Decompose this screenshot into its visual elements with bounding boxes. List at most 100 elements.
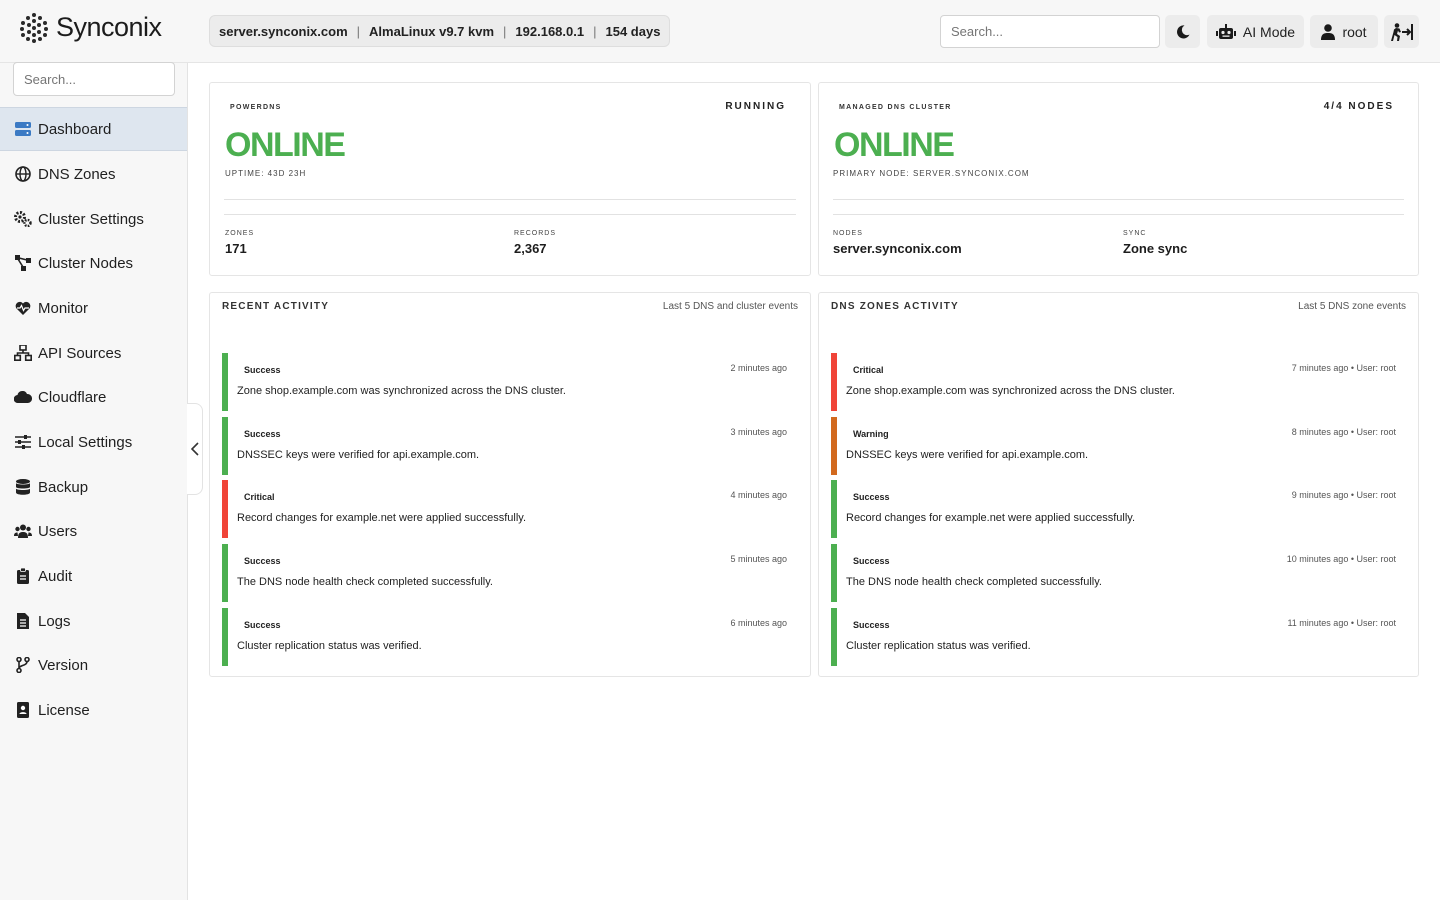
card-label: Managed DNS Cluster — [839, 104, 952, 111]
zones-count: 171 — [225, 241, 247, 256]
uptime-text: UPTIME: 43D 23H — [225, 169, 307, 178]
stat-label: ZONES — [225, 230, 255, 237]
robot-icon — [1215, 23, 1236, 39]
theme-toggle-button[interactable] — [1165, 15, 1200, 48]
user-menu-button[interactable]: root — [1310, 15, 1378, 48]
event-time: 7 minutes ago • User: root — [1291, 363, 1396, 373]
chevron-left-icon — [190, 442, 199, 456]
global-search-input[interactable] — [940, 15, 1160, 48]
severity-bar — [222, 416, 228, 475]
network-icon — [14, 344, 32, 362]
sidebar-item-api-sources[interactable]: API Sources — [0, 331, 187, 375]
divider — [224, 199, 796, 200]
event-level: Critical — [244, 492, 275, 503]
sidebar-item-label: Logs — [38, 612, 71, 630]
panel-title: RECENT ACTIVITY — [222, 301, 330, 312]
sidebar-item-version[interactable]: Version — [0, 643, 187, 687]
sidebar-item-cluster-settings[interactable]: Cluster Settings — [0, 197, 187, 241]
sidebar-item-label: Users — [38, 522, 78, 540]
status-online: ONLINE — [225, 126, 346, 164]
sidebar-item-users[interactable]: Users — [0, 509, 187, 553]
cloud-icon — [14, 388, 32, 406]
sidebar-item-label: Backup — [38, 478, 89, 496]
sidebar-search-input[interactable] — [13, 62, 175, 96]
event-message: The DNS node health check completed succ… — [846, 576, 1102, 589]
event-message: Record changes for example.net were appl… — [846, 512, 1136, 525]
powerdns-status-card: PowerDNS RUNNING ONLINE UPTIME: 43D 23H … — [209, 82, 811, 276]
event-time: 8 minutes ago • User: root — [1291, 426, 1396, 437]
card-label: PowerDNS — [230, 104, 282, 111]
server-ip: 192.168.0.1 — [515, 23, 585, 39]
sidebar: Dashboard DNS Zones Cluster Settings Clu… — [0, 62, 188, 900]
user-name: root — [1342, 23, 1367, 40]
server-icon — [14, 120, 32, 138]
logout-button[interactable] — [1384, 15, 1419, 48]
event-time: 6 minutes ago — [730, 617, 787, 628]
sidebar-item-logs[interactable]: Logs — [0, 599, 187, 643]
event-time: 4 minutes ago — [730, 490, 787, 501]
panel-subtitle: Last 5 DNS and cluster events — [662, 301, 798, 312]
panel-subtitle: Last 5 DNS zone events — [1298, 301, 1406, 312]
sidebar-item-cluster-nodes[interactable]: Cluster Nodes — [0, 241, 187, 285]
sidebar-item-dashboard[interactable]: Dashboard — [0, 107, 187, 151]
event-time: 3 minutes ago — [730, 426, 787, 437]
severity-bar — [831, 544, 837, 603]
sidebar-item-label: Cloudflare — [38, 388, 107, 406]
ai-mode-label: AI Mode — [1242, 23, 1296, 40]
sidebar-item-backup[interactable]: Backup — [0, 465, 187, 509]
panel-title: DNS ZONES ACTIVITY — [831, 301, 959, 312]
sidebar-item-audit[interactable]: Audit — [0, 554, 187, 598]
event-message: DNSSEC keys were verified for api.exampl… — [237, 448, 480, 461]
sidebar-item-label: License — [38, 701, 90, 719]
severity-bar — [831, 480, 837, 539]
status-online: ONLINE — [834, 126, 955, 164]
event-time: 5 minutes ago — [730, 554, 787, 565]
moon-icon — [1176, 24, 1189, 38]
clipboard-icon — [14, 567, 32, 585]
id-badge-icon — [14, 701, 32, 719]
top-bar: Synconix server.synconix.com | AlmaLinux… — [0, 0, 1440, 63]
server-hostname: server.synconix.com — [219, 23, 348, 39]
branch-icon — [14, 656, 32, 674]
globe-icon — [14, 165, 32, 183]
sidebar-item-label: API Sources — [38, 344, 122, 362]
activity-event: Success 11 minutes ago • User: root Cluste… — [831, 607, 1408, 666]
stat-label: RECORDS — [514, 230, 557, 237]
severity-bar — [222, 544, 228, 603]
event-time: 10 minutes ago • User: root — [1286, 554, 1396, 565]
event-level: Success — [853, 619, 890, 630]
sidebar-item-local-settings[interactable]: Local Settings — [0, 420, 187, 464]
ai-mode-button[interactable]: AI Mode — [1207, 15, 1304, 48]
sidebar-item-dns-zones[interactable]: DNS Zones — [0, 152, 187, 196]
sidebar-item-monitor[interactable]: Monitor — [0, 286, 187, 330]
sidebar-collapse-button[interactable] — [187, 403, 203, 495]
event-level: Success — [244, 428, 281, 439]
severity-bar — [831, 416, 837, 475]
sidebar-item-label: DNS Zones — [38, 165, 116, 183]
event-level: Success — [244, 556, 281, 567]
activity-event: Critical 7 minutes ago • User: root Zone s… — [831, 353, 1408, 411]
event-time: 2 minutes ago — [730, 363, 787, 373]
sidebar-item-license[interactable]: License — [0, 688, 187, 732]
brand-name: Synconix — [56, 12, 162, 42]
database-icon — [14, 478, 32, 496]
divider — [224, 214, 796, 215]
event-message: Zone shop.example.com was synchronized a… — [846, 385, 1175, 397]
service-state: RUNNING — [725, 101, 786, 112]
event-level: Success — [244, 365, 281, 375]
sidebar-item-label: Cluster Nodes — [38, 254, 134, 272]
separator: | — [356, 23, 361, 39]
severity-bar — [831, 607, 837, 666]
sidebar-item-cloudflare[interactable]: Cloudflare — [0, 375, 187, 419]
records-count: 2,367 — [514, 241, 547, 256]
activity-event: Warning 8 minutes ago • User: root DNSSEC … — [831, 416, 1408, 475]
brand-logo[interactable]: Synconix — [20, 12, 162, 43]
sync-value: Zone sync — [1123, 241, 1188, 256]
separator: | — [503, 23, 507, 39]
activity-event: Success 2 minutes ago Zone shop.example.co… — [222, 353, 799, 411]
event-time: 9 minutes ago • User: root — [1291, 490, 1396, 501]
stat-label: SYNC — [1123, 230, 1147, 237]
event-message: Record changes for example.net were appl… — [237, 512, 527, 525]
severity-bar — [831, 353, 837, 411]
event-level: Warning — [853, 428, 889, 439]
